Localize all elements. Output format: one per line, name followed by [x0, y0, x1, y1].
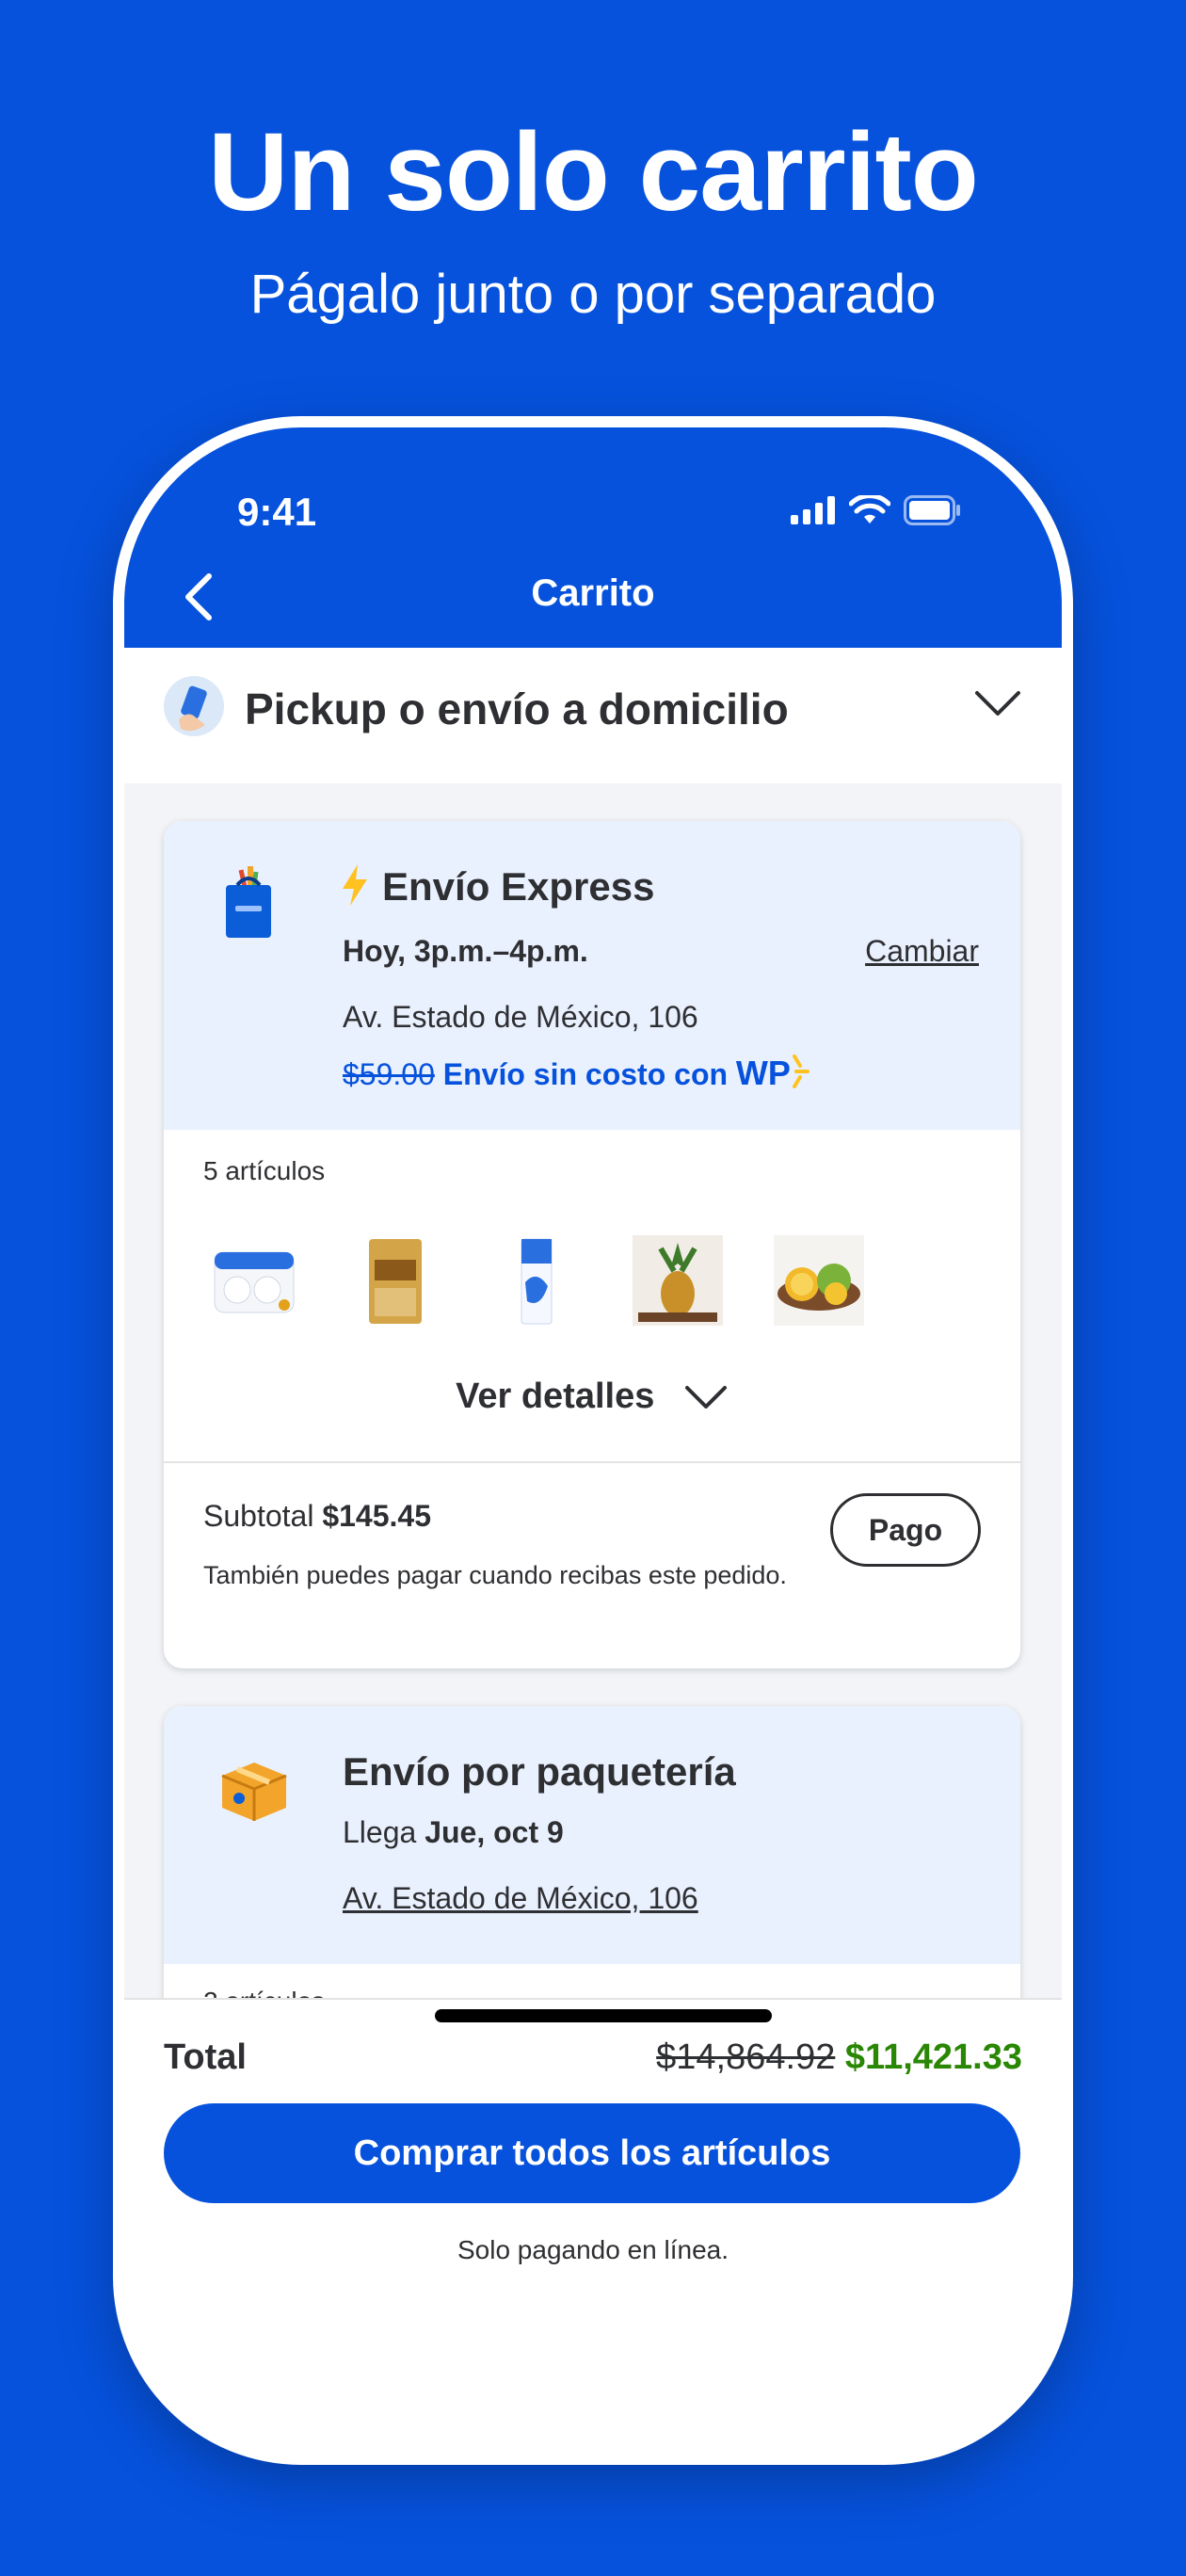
- express-item-count: 5 artículos: [203, 1156, 326, 1185]
- delivery-address: Av. Estado de México, 106: [343, 1000, 698, 1034]
- total-label: Total: [164, 2037, 247, 2077]
- product-pineapple[interactable]: [633, 1235, 723, 1326]
- see-details-button[interactable]: Ver detalles: [164, 1377, 1020, 1417]
- shipping-promo: $59.00 Envío sin costo con WP: [343, 1053, 811, 1093]
- card-divider: [164, 1461, 1020, 1463]
- product-oranges[interactable]: [774, 1235, 864, 1326]
- parcel-card: Envío por paquetería Llega Jue, oct 9 Av…: [164, 1706, 1020, 1998]
- parcel-address-link[interactable]: Av. Estado de México, 106: [343, 1881, 698, 1916]
- arrival-date: Llega Jue, oct 9: [343, 1815, 564, 1850]
- phone-frame: 9:41 Carrito Pickup o envío a domicilio …: [113, 416, 1073, 2465]
- parcel-item-count: 2 artículos: [203, 1987, 325, 1998]
- page-title: Carrito: [531, 572, 655, 614]
- product-tostadas[interactable]: [350, 1235, 441, 1326]
- product-thumbnails: [209, 1235, 864, 1326]
- arrival-date-value: Jue, oct 9: [425, 1815, 564, 1849]
- total-values: $14,864.92 $11,421.33: [656, 2037, 1022, 2078]
- subtotal-value: $145.45: [322, 1499, 431, 1533]
- wp-logo: WP: [735, 1054, 791, 1092]
- arrival-prefix: Llega: [343, 1815, 417, 1849]
- see-details-label: Ver detalles: [456, 1377, 655, 1416]
- lightning-icon: [343, 864, 367, 906]
- signal-icon: [791, 496, 835, 524]
- home-indicator[interactable]: [435, 2009, 772, 2022]
- product-milk[interactable]: [491, 1235, 582, 1326]
- phone-hand-icon: [164, 676, 224, 736]
- chevron-down-icon[interactable]: [973, 685, 1022, 723]
- hero-subtitle: Págalo junto o por separado: [249, 264, 937, 325]
- buy-all-button[interactable]: Comprar todos los artículos: [164, 2103, 1020, 2203]
- total-old-price: $14,864.92: [656, 2037, 836, 2077]
- app-header: 9:41 Carrito: [124, 427, 1062, 648]
- change-link[interactable]: Cambiar: [865, 934, 979, 969]
- express-card-header: Envío Express Hoy, 3p.m.–4p.m. Cambiar A…: [164, 821, 1020, 1130]
- chevron-down-icon: [684, 1385, 727, 1409]
- delivery-time: Hoy, 3p.m.–4p.m.: [343, 934, 588, 968]
- hero-title: Un solo carrito: [208, 110, 979, 234]
- express-card: Envío Express Hoy, 3p.m.–4p.m. Cambiar A…: [164, 821, 1020, 1668]
- checkout-footer: Total $14,864.92 $11,421.33 Comprar todo…: [124, 1998, 1062, 2454]
- old-shipping-price: $59.00: [343, 1057, 435, 1091]
- status-time: 9:41: [237, 490, 317, 534]
- package-icon: [221, 1763, 287, 1821]
- express-subtotal: Subtotal $145.45: [203, 1499, 431, 1534]
- express-title: Envío Express: [382, 864, 655, 909]
- status-icons: [791, 495, 962, 525]
- phone-screen: 9:41 Carrito Pickup o envío a domicilio …: [124, 427, 1062, 2454]
- parcel-title: Envío por paquetería: [343, 1749, 736, 1794]
- shopping-bag-icon: [226, 866, 271, 938]
- battery-icon: [904, 495, 960, 525]
- fulfillment-label: Pickup o envío a domicilio: [245, 684, 789, 733]
- free-shipping-label: Envío sin costo con: [442, 1057, 729, 1091]
- pay-on-delivery-note: También puedes pagar cuando recibas este…: [203, 1561, 787, 1589]
- spark-icon: [792, 1055, 809, 1088]
- wifi-icon: [849, 495, 890, 523]
- fulfillment-selector[interactable]: Pickup o envío a domicilio: [124, 648, 1062, 785]
- product-toilet-paper[interactable]: [209, 1235, 299, 1326]
- parcel-card-header: Envío por paquetería Llega Jue, oct 9 Av…: [164, 1706, 1020, 1964]
- pay-button[interactable]: Pago: [830, 1493, 981, 1567]
- subtotal-label: Subtotal: [203, 1499, 314, 1533]
- cart-content[interactable]: Envío Express Hoy, 3p.m.–4p.m. Cambiar A…: [124, 783, 1062, 1998]
- online-payment-note: Solo pagando en línea.: [457, 2235, 729, 2264]
- total-new-price: $11,421.33: [844, 2037, 1022, 2077]
